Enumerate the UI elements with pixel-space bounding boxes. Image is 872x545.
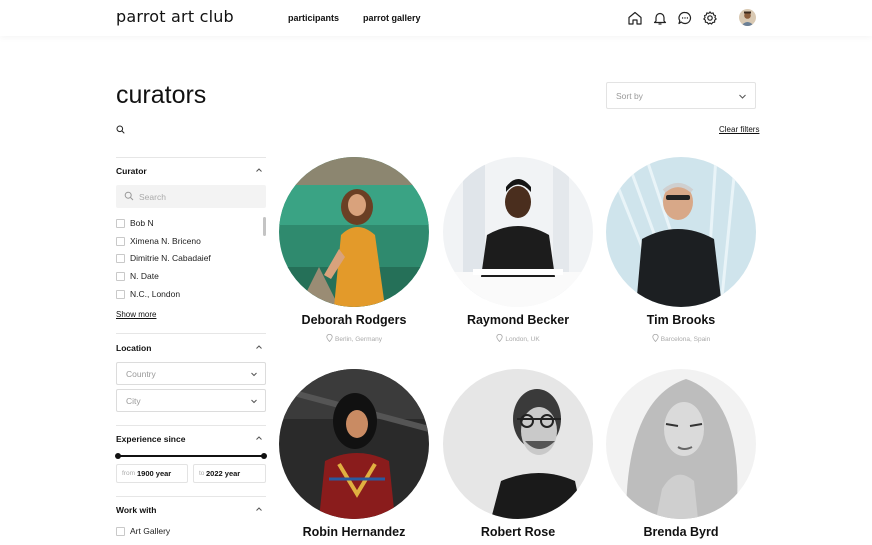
location-pin-icon [496,334,503,342]
bell-icon[interactable] [652,10,668,26]
gear-icon[interactable] [702,10,718,26]
checkbox[interactable] [116,290,125,299]
country-select[interactable]: Country [116,362,266,385]
nav-parrot-gallery[interactable]: parrot gallery [363,13,421,23]
logo[interactable]: parrot art club [116,7,234,26]
curator-search-placeholder: Search [139,192,166,202]
curator-photo[interactable] [279,369,429,519]
to-year-label: to [199,470,205,477]
curator-option-label: Ximena N. Briceno [130,236,201,246]
user-avatar[interactable] [739,9,756,26]
experience-range-track[interactable] [118,455,264,457]
chevron-up-icon[interactable] [255,343,263,351]
curator-name[interactable]: Brenda Byrd [606,525,756,539]
city-select-label: City [126,396,141,406]
divider [116,496,266,497]
curator-location: Berlin, Germany [279,334,429,343]
curator-search-input[interactable]: Search [116,185,266,208]
curator-photo[interactable] [279,157,429,307]
curator-name[interactable]: Deborah Rodgers [279,313,429,327]
search-icon [124,191,134,201]
to-year-value: 2022 year [206,469,241,478]
chevron-up-icon[interactable] [255,434,263,442]
curator-location: Barcelona, Spain [606,334,756,343]
country-select-label: Country [126,369,156,379]
curator-card[interactable]: Raymond Becker London, UK [443,157,593,357]
curator-photo[interactable] [443,369,593,519]
checkbox[interactable] [116,527,125,536]
chevron-down-icon [251,372,257,377]
curator-location-text: Berlin, Germany [335,336,382,343]
divider [116,333,266,334]
chevron-up-icon[interactable] [255,505,263,513]
curator-option-label: Bob N [130,218,154,228]
to-year-input[interactable]: to 2022 year [193,464,266,483]
curator-location: London, UK [443,334,593,343]
curator-option-label: N. Date [130,271,159,281]
curator-card[interactable]: Robert Rose [443,369,593,545]
curator-location-text: London, UK [505,336,540,343]
curator-photo[interactable] [606,369,756,519]
home-icon[interactable] [627,10,643,26]
curator-card[interactable]: Deborah Rodgers Berlin, Germany [279,157,429,357]
curator-name[interactable]: Robert Rose [443,525,593,539]
location-pin-icon [652,334,659,342]
show-more-link[interactable]: Show more [116,310,156,319]
range-handle-max[interactable] [261,453,267,459]
from-year-value: 1900 year [137,469,172,478]
from-year-input[interactable]: from 1900 year [116,464,188,483]
top-navbar: parrot art club participants parrot gall… [0,0,872,36]
curator-location-text: Barcelona, Spain [660,336,711,343]
curator-option-label: N.C., London [130,289,181,299]
curator-list-scrollbar[interactable] [263,217,266,236]
curator-name[interactable]: Tim Brooks [606,313,756,327]
search-icon[interactable] [116,125,125,134]
curator-photo[interactable] [606,157,756,307]
from-year-label: from [122,470,135,477]
range-handle-min[interactable] [115,453,121,459]
curator-option-label: Dimitrie N. Cabadaief [130,253,211,263]
checkbox[interactable] [116,254,125,263]
checkbox[interactable] [116,219,125,228]
divider [116,425,266,426]
curator-card[interactable]: Tim Brooks Barcelona, Spain [606,157,756,357]
curator-name[interactable]: Robin Hernandez [279,525,429,539]
sort-dropdown-label: Sort by [616,91,643,101]
experience-filter-title[interactable]: Experience since [116,434,185,444]
divider [116,157,266,158]
location-filter-title[interactable]: Location [116,343,151,353]
location-pin-icon [326,334,333,342]
page-title: curators [116,81,207,109]
nav-participants[interactable]: participants [288,13,339,23]
chevron-down-icon [251,399,257,404]
curator-filter-title[interactable]: Curator [116,166,147,176]
chevron-down-icon [739,94,746,99]
city-select[interactable]: City [116,389,266,412]
checkbox[interactable] [116,237,125,246]
checkbox[interactable] [116,272,125,281]
clear-filters-link[interactable]: Clear filters [719,125,759,134]
sort-dropdown[interactable]: Sort by [606,82,756,109]
curator-card[interactable]: Brenda Byrd [606,369,756,545]
curator-photo[interactable] [443,157,593,307]
chevron-up-icon[interactable] [255,166,263,174]
curator-card[interactable]: Robin Hernandez [279,369,429,545]
work-with-filter-title[interactable]: Work with [116,505,156,515]
chat-icon[interactable] [677,10,693,26]
curator-name[interactable]: Raymond Becker [443,313,593,327]
work-with-option-label: Art Gallery [130,526,171,536]
